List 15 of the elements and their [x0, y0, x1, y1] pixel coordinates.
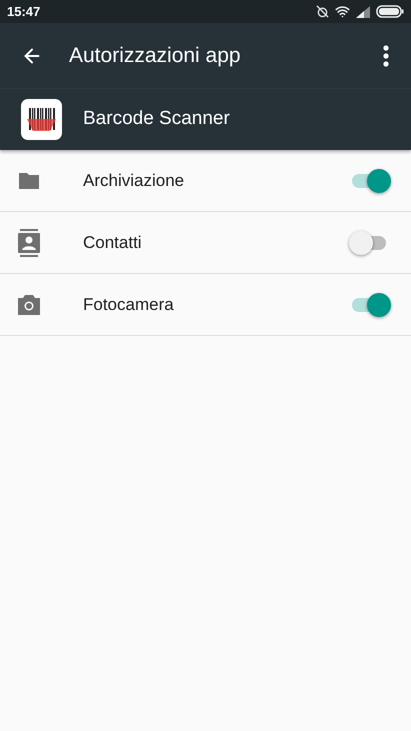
app-name: Barcode Scanner — [83, 107, 230, 132]
wifi-icon — [335, 4, 350, 19]
permission-label: Fotocamera — [83, 294, 175, 316]
folder-icon — [17, 170, 41, 190]
camera-icon — [17, 294, 41, 316]
contact-card-icon — [18, 228, 40, 256]
more-options-icon — [383, 44, 389, 66]
signal-icon — [356, 6, 370, 18]
clock: 15:47 — [7, 2, 40, 21]
battery-icon — [376, 5, 404, 18]
barcode-app-icon — [21, 99, 62, 140]
alarm-off-icon — [316, 5, 329, 18]
page-title: Autorizzazioni app — [69, 42, 242, 69]
permission-label: Archiviazione — [83, 170, 186, 192]
permission-label: Contatti — [83, 232, 143, 254]
